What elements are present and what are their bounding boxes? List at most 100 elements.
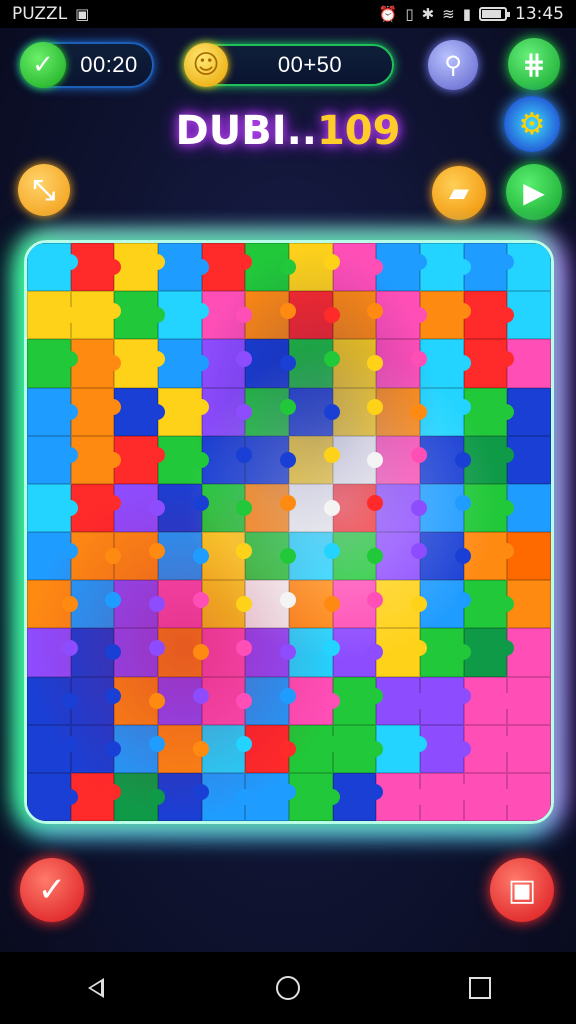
puzzle-piece[interactable] bbox=[201, 580, 253, 629]
puzzle-piece[interactable] bbox=[201, 387, 253, 436]
piece-tab bbox=[498, 403, 515, 420]
puzzle-piece[interactable] bbox=[420, 724, 471, 773]
puzzle-piece[interactable] bbox=[463, 387, 515, 436]
puzzle-piece[interactable] bbox=[27, 387, 78, 436]
piece-tab bbox=[192, 644, 209, 661]
puzzle-piece[interactable] bbox=[289, 580, 340, 629]
puzzle-piece[interactable] bbox=[332, 243, 384, 292]
delete-button[interactable]: ▣ bbox=[490, 858, 554, 922]
puzzle-piece[interactable] bbox=[376, 291, 427, 340]
puzzle-piece[interactable] bbox=[158, 532, 209, 581]
puzzle-piece[interactable] bbox=[70, 628, 122, 677]
puzzle-piece[interactable] bbox=[420, 339, 471, 388]
puzzle-piece[interactable] bbox=[114, 580, 165, 629]
nav-back-button[interactable] bbox=[66, 963, 126, 1013]
timer-pill: ✓ 00:20 bbox=[20, 42, 154, 88]
puzzle-piece[interactable] bbox=[158, 339, 209, 388]
piece-tab bbox=[411, 692, 427, 709]
puzzle-piece[interactable] bbox=[463, 483, 515, 532]
puzzle-piece[interactable] bbox=[245, 243, 296, 292]
puzzle-piece[interactable] bbox=[376, 387, 427, 436]
puzzle-piece[interactable] bbox=[245, 724, 296, 773]
puzzle-piece[interactable] bbox=[507, 628, 551, 677]
piece-tab bbox=[105, 740, 122, 757]
puzzle-piece[interactable] bbox=[245, 532, 296, 581]
puzzle-piece[interactable] bbox=[27, 339, 78, 388]
puzzle-piece[interactable] bbox=[27, 243, 78, 292]
puzzle-piece[interactable] bbox=[332, 628, 384, 677]
puzzle-piece[interactable] bbox=[376, 483, 427, 532]
puzzle-piece[interactable] bbox=[289, 291, 340, 340]
puzzle-piece[interactable] bbox=[420, 628, 471, 677]
puzzle-piece[interactable] bbox=[245, 435, 296, 484]
puzzle-piece[interactable] bbox=[332, 435, 384, 484]
puzzle-piece[interactable] bbox=[376, 772, 427, 821]
puzzle-piece[interactable] bbox=[27, 532, 78, 581]
puzzle-board[interactable] bbox=[27, 243, 551, 821]
puzzle-piece[interactable] bbox=[201, 772, 253, 821]
puzzle-piece[interactable] bbox=[289, 387, 340, 436]
puzzle-piece[interactable] bbox=[463, 580, 515, 629]
puzzle-piece[interactable] bbox=[463, 676, 515, 725]
puzzle-piece[interactable] bbox=[420, 243, 471, 292]
check-icon[interactable]: ✓ bbox=[20, 42, 66, 88]
puzzle-piece[interactable] bbox=[114, 387, 165, 436]
puzzle-piece[interactable] bbox=[201, 291, 253, 340]
puzzle-piece[interactable] bbox=[289, 483, 340, 532]
shop-button[interactable]: ▰ bbox=[432, 166, 486, 220]
nav-home-button[interactable] bbox=[258, 963, 318, 1013]
puzzle-piece[interactable] bbox=[27, 724, 78, 773]
puzzle-piece[interactable] bbox=[201, 676, 253, 725]
puzzle-piece[interactable] bbox=[507, 339, 551, 388]
puzzle-piece[interactable] bbox=[27, 676, 78, 725]
puzzle-piece[interactable] bbox=[420, 435, 471, 484]
puzzle-piece[interactable] bbox=[332, 339, 384, 388]
puzzle-piece[interactable] bbox=[158, 724, 209, 773]
puzzle-piece[interactable] bbox=[245, 339, 296, 388]
puzzle-piece[interactable] bbox=[332, 532, 384, 581]
puzzle-piece[interactable] bbox=[70, 724, 122, 773]
puzzle-piece[interactable] bbox=[27, 483, 78, 532]
puzzle-piece[interactable] bbox=[27, 628, 78, 677]
puzzle-piece[interactable] bbox=[376, 676, 427, 725]
nav-recents-button[interactable] bbox=[450, 963, 510, 1013]
puzzle-piece[interactable] bbox=[114, 772, 165, 821]
puzzle-piece[interactable] bbox=[507, 724, 551, 773]
puzzle-piece[interactable] bbox=[289, 676, 340, 725]
puzzle-piece[interactable] bbox=[27, 435, 78, 484]
search-button[interactable]: ⚲ bbox=[428, 40, 478, 90]
puzzle-piece[interactable] bbox=[114, 291, 165, 340]
piece-tab bbox=[454, 451, 471, 468]
puzzle-piece[interactable] bbox=[376, 580, 427, 629]
puzzle-piece[interactable] bbox=[420, 532, 471, 581]
piece-tab bbox=[192, 495, 209, 512]
puzzle-piece[interactable] bbox=[70, 339, 122, 388]
puzzle-piece[interactable] bbox=[158, 628, 209, 677]
confirm-button[interactable]: ✓ bbox=[20, 858, 84, 922]
puzzle-piece[interactable] bbox=[114, 483, 165, 532]
puzzle-piece[interactable] bbox=[27, 772, 78, 821]
puzzle-piece[interactable] bbox=[70, 243, 122, 292]
hint-button[interactable]: ⤡ bbox=[18, 164, 70, 216]
puzzle-piece[interactable] bbox=[245, 628, 296, 677]
grid-button[interactable]: ⋕ bbox=[508, 38, 560, 90]
puzzle-piece[interactable] bbox=[507, 435, 551, 484]
piece-tab bbox=[149, 692, 165, 709]
play-button[interactable]: ▶ bbox=[506, 164, 562, 220]
puzzle-piece[interactable] bbox=[507, 243, 551, 292]
puzzle-piece[interactable] bbox=[289, 772, 340, 821]
puzzle-piece[interactable] bbox=[158, 243, 209, 292]
puzzle-piece[interactable] bbox=[27, 291, 78, 340]
puzzle-piece[interactable] bbox=[158, 435, 209, 484]
puzzle-piece[interactable] bbox=[507, 532, 551, 581]
piece-tab bbox=[280, 687, 296, 704]
puzzle-piece[interactable] bbox=[27, 580, 78, 629]
puzzle-piece[interactable] bbox=[70, 532, 122, 581]
puzzle-piece[interactable] bbox=[114, 676, 165, 725]
puzzle-piece[interactable] bbox=[332, 724, 384, 773]
puzzle-piece[interactable] bbox=[463, 291, 515, 340]
puzzle-piece[interactable] bbox=[201, 483, 253, 532]
puzzle-piece[interactable] bbox=[70, 435, 122, 484]
piece-tab bbox=[367, 451, 384, 468]
puzzle-piece[interactable] bbox=[463, 772, 515, 821]
